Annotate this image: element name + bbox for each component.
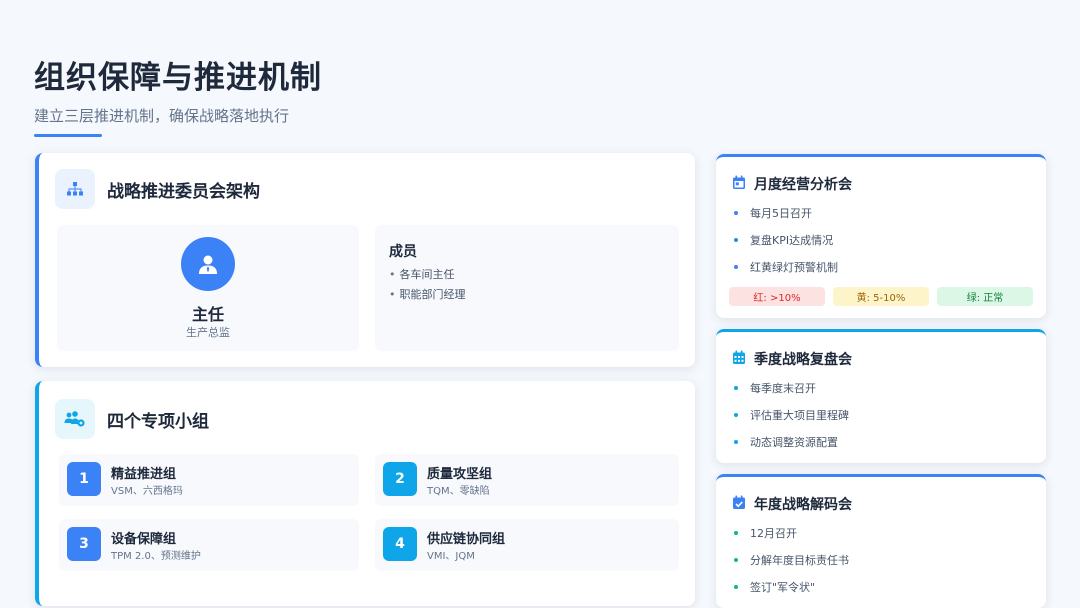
committee-card: 战略推进委员会架构 主任 生产总监 成员 各车间主任 职能部门经理: [35, 153, 695, 367]
page-subtitle: 建立三层推进机制，确保战略落地执行: [34, 107, 290, 125]
monthly-meeting-card: 月度经营分析会 每月5日召开 复盘KPI达成情况 红黄绿灯预警机制 红: >10…: [716, 154, 1046, 318]
quarterly-meeting-header: 季度战略复盘会: [732, 349, 852, 369]
groups-header: 四个专项小组: [55, 399, 209, 439]
member-item: 各车间主任: [389, 266, 455, 282]
meeting-item-text: 复盘KPI达成情况: [750, 234, 834, 247]
meeting-item: 12月召开: [734, 525, 797, 541]
group-name: 质量攻坚组: [427, 467, 493, 482]
group-tags: VMI、JQM: [427, 551, 475, 562]
group-item: 1 精益推进组 VSM、六西格玛: [59, 454, 359, 506]
meeting-title: 季度战略复盘会: [754, 352, 852, 368]
meeting-item: 每月5日召开: [734, 205, 812, 221]
calendar-grid-icon: [732, 350, 746, 369]
member-item: 职能部门经理: [389, 286, 466, 302]
group-number: 4: [383, 527, 417, 561]
meeting-title: 年度战略解码会: [754, 497, 852, 513]
monthly-meeting-header: 月度经营分析会: [732, 174, 852, 194]
group-name: 设备保障组: [111, 532, 177, 547]
group-tags: VSM、六西格玛: [111, 486, 183, 497]
group-number: 3: [67, 527, 101, 561]
meeting-item-text: 12月召开: [750, 527, 797, 540]
meeting-item-text: 签订"军令状": [750, 581, 816, 594]
meeting-item: 动态调整资源配置: [734, 434, 838, 450]
annual-meeting-header: 年度战略解码会: [732, 494, 852, 514]
group-tags: TQM、零缺陷: [427, 486, 490, 497]
group-number: 1: [67, 462, 101, 496]
meeting-item-text: 评估重大项目里程碑: [750, 409, 849, 422]
director-title: 主任: [191, 305, 224, 324]
group-item: 4 供应链协同组 VMI、JQM: [375, 519, 679, 571]
groups-card: 四个专项小组 1 精益推进组 VSM、六西格玛 2 质量攻坚组 TQM、零缺陷 …: [35, 381, 695, 606]
quarterly-meeting-card: 季度战略复盘会 每季度末召开 评估重大项目里程碑 动态调整资源配置: [716, 329, 1046, 463]
users-cog-icon: [55, 399, 95, 439]
title-underline: [34, 134, 102, 137]
meeting-item: 每季度末召开: [734, 380, 816, 396]
members-panel: 成员 各车间主任 职能部门经理: [375, 225, 679, 351]
calendar-day-icon: [732, 175, 746, 194]
group-item: 2 质量攻坚组 TQM、零缺陷: [375, 454, 679, 506]
groups-title: 四个专项小组: [107, 411, 209, 432]
members-title: 成员: [389, 244, 417, 260]
yellow-threshold-tag: 黄: 5-10%: [833, 287, 929, 306]
meeting-item-text: 分解年度目标责任书: [750, 554, 849, 567]
group-tags: TPM 2.0、预测维护: [111, 551, 201, 562]
annual-meeting-card: 年度战略解码会 12月召开 分解年度目标责任书 签订"军令状": [716, 474, 1046, 608]
meeting-item-text: 每月5日召开: [750, 207, 812, 220]
meeting-item: 评估重大项目里程碑: [734, 407, 849, 423]
meeting-title: 月度经营分析会: [754, 177, 852, 193]
group-item: 3 设备保障组 TPM 2.0、预测维护: [59, 519, 359, 571]
meeting-item: 分解年度目标责任书: [734, 552, 849, 568]
meeting-item-text: 每季度末召开: [750, 382, 816, 395]
page-title: 组织保障与推进机制: [34, 60, 322, 96]
director-panel: 主任 生产总监: [57, 225, 359, 351]
calendar-check-icon: [732, 495, 746, 514]
user-tie-icon: [181, 237, 235, 291]
meeting-item: 复盘KPI达成情况: [734, 232, 833, 248]
meeting-item-text: 红黄绿灯预警机制: [750, 261, 838, 274]
group-name: 供应链协同组: [427, 532, 506, 547]
committee-title: 战略推进委员会架构: [107, 181, 260, 202]
director-subtitle: 生产总监: [186, 326, 230, 339]
green-threshold-tag: 绿: 正常: [937, 287, 1033, 306]
group-number: 2: [383, 462, 417, 496]
meeting-item-text: 动态调整资源配置: [750, 436, 838, 449]
red-threshold-tag: 红: >10%: [729, 287, 825, 306]
meeting-item: 红黄绿灯预警机制: [734, 259, 838, 275]
org-chart-icon: [55, 169, 95, 209]
committee-header: 战略推进委员会架构: [55, 169, 260, 209]
meeting-item: 签订"军令状": [734, 579, 815, 595]
group-name: 精益推进组: [111, 467, 177, 482]
